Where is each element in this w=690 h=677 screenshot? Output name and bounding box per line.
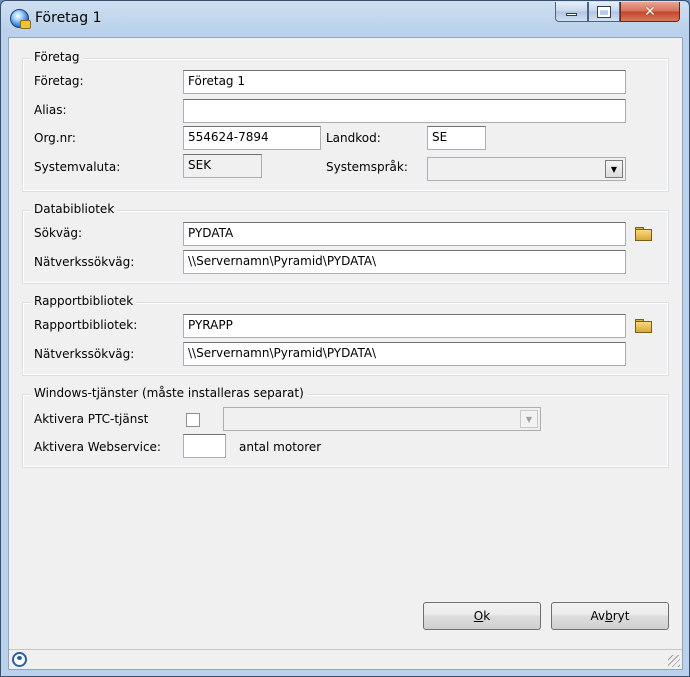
systemsprak-label: Systemspråk: <box>326 160 408 174</box>
ptc-checkbox[interactable] <box>186 413 200 427</box>
close-button[interactable]: ✕ <box>620 2 680 22</box>
systemvaluta-label: Systemvaluta: <box>34 160 121 174</box>
ptc-select[interactable]: ▼ <box>223 407 541 431</box>
ok-button[interactable]: Ok <box>423 602 541 630</box>
orgnr-label: Org.nr: <box>34 131 76 145</box>
motorer-label: antal motorer <box>239 440 322 454</box>
group-databibliotek-title: Databibliotek <box>31 202 118 216</box>
status-bar <box>9 649 682 669</box>
minimize-button[interactable] <box>555 2 588 22</box>
window-title: Företag 1 <box>35 10 102 26</box>
dialog-window: Företag 1 ✕ Företag Företag: Företag 1 A… <box>0 0 690 677</box>
title-bar[interactable]: Företag 1 ✕ <box>1 1 689 37</box>
chevron-down-icon[interactable]: ▼ <box>520 410 538 428</box>
dialog-client-area: Företag Företag: Företag 1 Alias: Org.nr… <box>8 37 683 670</box>
ok-label-rest: k <box>483 609 491 623</box>
systemvaluta-field: SEK <box>183 154 262 178</box>
foretag-input[interactable]: Företag 1 <box>183 70 626 94</box>
cancel-mnemonic: b <box>605 609 613 623</box>
group-foretag: Företag Företag: Företag 1 Alias: Org.nr… <box>22 50 669 192</box>
landkod-input[interactable]: SE <box>427 126 486 150</box>
rapport-natverkssokvag-label: Nätverkssökväg: <box>34 347 135 361</box>
group-databibliotek: Databibliotek Sökväg: PYDATA Nätverkssök… <box>22 202 669 284</box>
sokvag-input[interactable]: PYDATA <box>183 222 626 246</box>
webservice-label: Aktivera Webservice: <box>34 440 161 454</box>
open-folder-icon[interactable] <box>635 227 652 241</box>
minimize-icon <box>566 13 577 16</box>
maximize-icon <box>597 5 611 18</box>
ptc-label: Aktivera PTC-tjänst <box>34 412 149 426</box>
close-icon: ✕ <box>644 3 656 20</box>
cancel-label-pre: Av <box>590 609 606 623</box>
sokvag-label: Sökväg: <box>34 226 83 240</box>
alias-label: Alias: <box>34 103 67 117</box>
rapportbibliotek-input[interactable]: PYRAPP <box>183 314 626 338</box>
natverkssokvag-input[interactable]: \\Servernamn\Pyramid\PYDATA\ <box>183 250 626 274</box>
orgnr-input[interactable]: 554624-7894 <box>183 126 321 150</box>
group-windows-tjanster: Windows-tjänster (måste installeras sepa… <box>22 386 669 468</box>
systemsprak-select[interactable]: ▼ <box>427 157 626 181</box>
ok-mnemonic: O <box>473 609 484 623</box>
resize-grip[interactable] <box>668 655 680 667</box>
cancel-label-rest: ryt <box>612 609 630 623</box>
webservice-motorer-input[interactable] <box>183 434 226 458</box>
group-rapportbibliotek-title: Rapportbibliotek <box>31 294 137 308</box>
group-foretag-title: Företag <box>31 50 83 64</box>
app-globe-icon[interactable] <box>10 9 31 29</box>
natverkssokvag-label: Nätverkssökväg: <box>34 255 135 269</box>
user-icon <box>12 652 27 667</box>
group-rapportbibliotek: Rapportbibliotek Rapportbibliotek: PYRAP… <box>22 294 669 376</box>
alias-input[interactable] <box>183 99 626 123</box>
landkod-label: Landkod: <box>326 131 381 145</box>
rapport-natverkssokvag-input[interactable]: \\Servernamn\Pyramid\PYDATA\ <box>183 342 626 366</box>
rapportbibliotek-label: Rapportbibliotek: <box>34 318 138 332</box>
foretag-label: Företag: <box>34 74 84 88</box>
cancel-button[interactable]: Av b ryt <box>551 602 669 630</box>
group-windows-tjanster-title: Windows-tjänster (måste installeras sepa… <box>31 386 307 400</box>
open-folder-icon[interactable] <box>635 319 652 333</box>
maximize-button[interactable] <box>588 2 620 22</box>
chevron-down-icon[interactable]: ▼ <box>605 160 623 178</box>
